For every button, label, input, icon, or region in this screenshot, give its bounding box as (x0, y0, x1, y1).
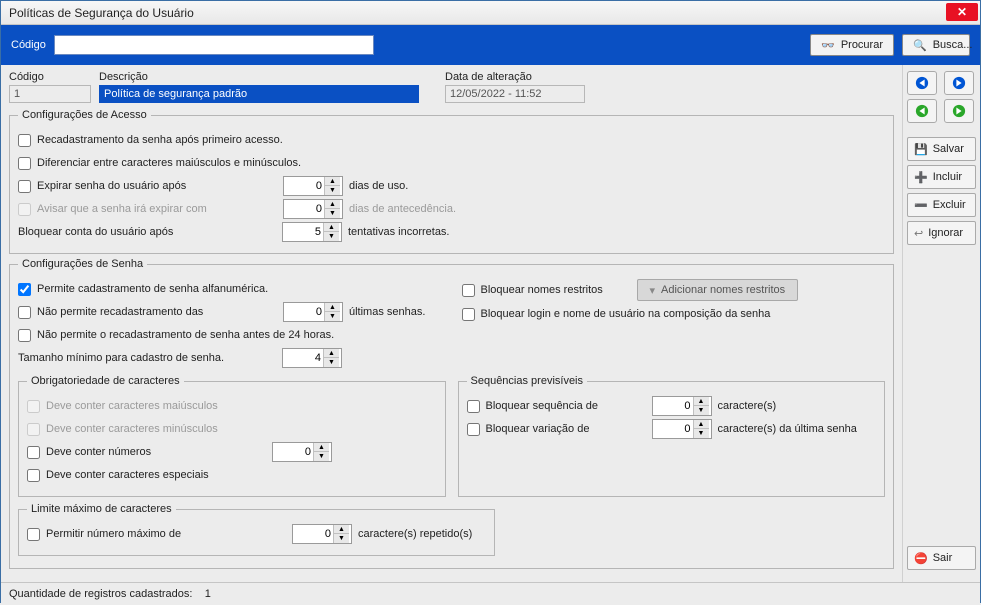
alfanumerica-checkbox[interactable] (18, 283, 31, 296)
arrow-first-icon (915, 76, 929, 90)
down-icon[interactable]: ▼ (694, 406, 709, 415)
action-sidebar: 💾 Salvar ➕ Incluir ➖ Excluir ↩ Ignorar ⛔… (902, 65, 980, 582)
excluir-button[interactable]: ➖ Excluir (907, 193, 976, 217)
up-icon[interactable]: ▲ (325, 200, 340, 209)
bloq-var-checkbox[interactable] (467, 423, 480, 436)
window-close-button[interactable]: ✕ (946, 3, 978, 21)
expirar-checkbox[interactable] (18, 180, 31, 193)
config-senha-group: Configurações de Senha Permite cadastram… (9, 258, 894, 569)
binoculars-icon: 👓 (821, 39, 835, 52)
avisar-dias-spin[interactable]: ▲▼ (283, 199, 343, 219)
status-value: 1 (205, 588, 211, 600)
up-icon[interactable]: ▲ (324, 349, 339, 358)
window-title: Políticas de Segurança do Usuário (9, 6, 194, 20)
down-icon[interactable]: ▼ (324, 358, 339, 367)
numeros-spin[interactable]: ▲▼ (272, 442, 332, 462)
expirar-dias-spin[interactable]: ▲▼ (283, 176, 343, 196)
nav-first-button[interactable] (907, 71, 937, 95)
down-icon[interactable]: ▼ (324, 232, 339, 241)
nav-last-button[interactable] (944, 71, 974, 95)
minusculos-checkbox (27, 423, 40, 436)
descricao-label: Descrição (99, 71, 419, 83)
especiais-checkbox[interactable] (27, 469, 40, 482)
data-alteracao-field (445, 85, 585, 103)
arrow-next-icon (952, 104, 966, 118)
up-icon[interactable]: ▲ (694, 420, 709, 429)
avisar-checkbox (18, 203, 31, 216)
tamanho-minimo-spin[interactable]: ▲▼ (282, 348, 342, 368)
status-bar: Quantidade de registros cadastrados: 1 (1, 582, 980, 604)
bloq-seq-checkbox[interactable] (467, 400, 480, 413)
bloq-seq-spin[interactable]: ▲▼ (652, 396, 712, 416)
up-icon[interactable]: ▲ (325, 177, 340, 186)
up-icon[interactable]: ▲ (694, 397, 709, 406)
exit-icon: ⛔ (914, 552, 928, 565)
form-area: Código Descrição Data de alteração Confi… (1, 65, 902, 582)
ignore-icon: ↩ (914, 227, 923, 240)
busca-button[interactable]: 🔍 Busca... (902, 34, 970, 56)
bloq-login-checkbox[interactable] (462, 308, 475, 321)
ignorar-button[interactable]: ↩ Ignorar (907, 221, 976, 245)
permitir-max-checkbox[interactable] (27, 528, 40, 541)
up-icon[interactable]: ▲ (334, 525, 349, 534)
arrow-last-icon (952, 76, 966, 90)
down-icon[interactable]: ▼ (325, 312, 340, 321)
permitir-max-spin[interactable]: ▲▼ (292, 524, 352, 544)
title-bar: Políticas de Segurança do Usuário ✕ (1, 1, 980, 25)
down-icon[interactable]: ▼ (325, 186, 340, 195)
nao-recad-24h-checkbox[interactable] (18, 329, 31, 342)
data-alteracao-label: Data de alteração (445, 71, 585, 83)
config-acesso-group: Configurações de Acesso Recadastramento … (9, 109, 894, 254)
magnifier-icon: 🔍 (913, 39, 927, 52)
add-icon: ➕ (914, 171, 928, 184)
codigo-label: Código (9, 71, 91, 83)
bloq-var-spin[interactable]: ▲▼ (652, 419, 712, 439)
down-icon[interactable]: ▼ (334, 534, 349, 543)
codigo-field[interactable] (9, 85, 91, 103)
save-icon: 💾 (914, 143, 928, 156)
bloquear-tentativas-spin[interactable]: ▲▼ (282, 222, 342, 242)
up-icon[interactable]: ▲ (324, 223, 339, 232)
adicionar-nomes-button[interactable]: ▾ Adicionar nomes restritos (637, 279, 799, 301)
up-icon[interactable]: ▲ (325, 303, 340, 312)
status-label: Quantidade de registros cadastrados: (9, 588, 192, 600)
search-bar: Código 👓 Procurar 🔍 Busca... (1, 25, 980, 65)
search-codigo-input[interactable] (54, 35, 374, 55)
descricao-field[interactable] (99, 85, 419, 103)
numeros-checkbox[interactable] (27, 446, 40, 459)
arrow-prev-icon (915, 104, 929, 118)
funnel-icon: ▾ (650, 284, 656, 297)
diferenciar-checkbox[interactable] (18, 157, 31, 170)
bloq-nomes-checkbox[interactable] (462, 284, 475, 297)
nao-recad-spin[interactable]: ▲▼ (283, 302, 343, 322)
nav-next-button[interactable] (944, 99, 974, 123)
limite-max-group: Limite máximo de caracteres Permitir núm… (18, 503, 495, 556)
recadastramento-checkbox[interactable] (18, 134, 31, 147)
obrigatoriedade-group: Obrigatoriedade de caracteres Deve conte… (18, 375, 446, 497)
sequencias-group: Sequências previsíveis Bloquear sequênci… (458, 375, 886, 497)
up-icon[interactable]: ▲ (314, 443, 329, 452)
salvar-button[interactable]: 💾 Salvar (907, 137, 976, 161)
procurar-button[interactable]: 👓 Procurar (810, 34, 894, 56)
sair-button[interactable]: ⛔ Sair (907, 546, 976, 570)
down-icon[interactable]: ▼ (325, 209, 340, 218)
down-icon[interactable]: ▼ (314, 452, 329, 461)
nav-prev-button[interactable] (907, 99, 937, 123)
maiusculos-checkbox (27, 400, 40, 413)
search-codigo-label: Código (11, 39, 46, 51)
down-icon[interactable]: ▼ (694, 429, 709, 438)
nao-recad-checkbox[interactable] (18, 306, 31, 319)
delete-icon: ➖ (914, 199, 928, 212)
incluir-button[interactable]: ➕ Incluir (907, 165, 976, 189)
